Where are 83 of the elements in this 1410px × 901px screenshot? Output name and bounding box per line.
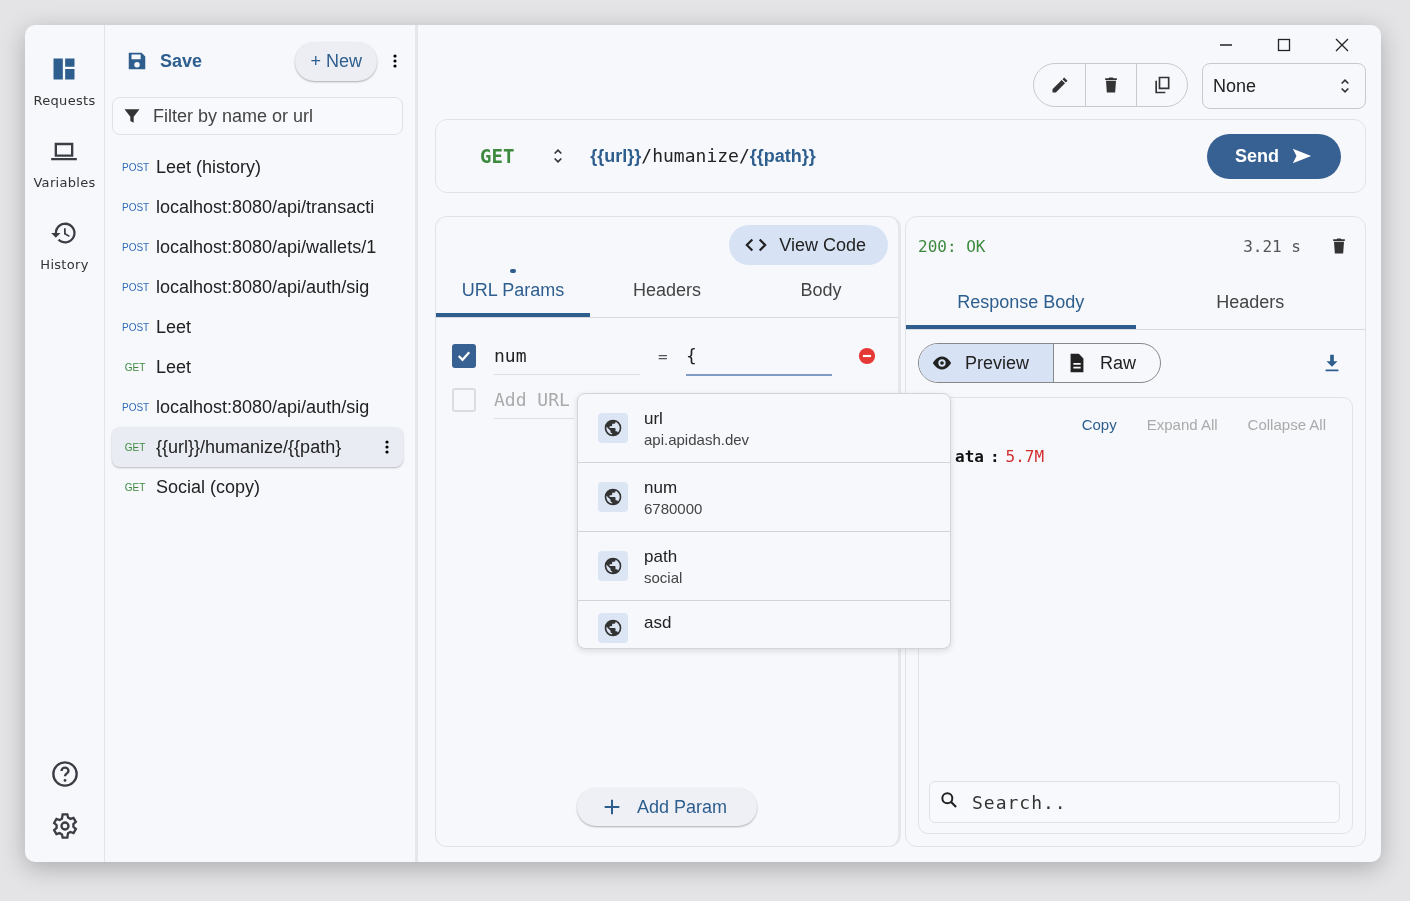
param-value-field[interactable]: { (686, 336, 832, 376)
variable-value: 6780000 (644, 499, 703, 517)
maximize-icon[interactable] (1276, 37, 1292, 53)
save-button[interactable]: Save (126, 50, 203, 72)
filter-icon (122, 106, 142, 126)
rail-item[interactable]: Requests (33, 55, 96, 131)
add-param-button[interactable]: Add Param (576, 788, 757, 826)
request-name: {{url}}/humanize/{{path} (156, 436, 343, 458)
response-tab[interactable]: Headers (1135, 281, 1365, 329)
search-icon (939, 790, 959, 810)
variable-name: num (644, 477, 679, 498)
request-item[interactable]: POST Leet (history) (112, 147, 403, 187)
method-label: POST (122, 281, 148, 293)
rail-item[interactable]: Variables (33, 137, 96, 213)
request-item[interactable]: POST localhost:8080/api/auth/sig (112, 267, 403, 307)
request-name: localhost:8080/api/auth/sig (156, 396, 371, 418)
request-item[interactable]: POST localhost:8080/api/auth/sig (112, 387, 403, 427)
method-label: POST (122, 401, 148, 413)
request-item[interactable]: POST Leet (112, 307, 403, 347)
checkbox[interactable] (452, 344, 476, 368)
method-label: POST (122, 321, 148, 333)
request-tab[interactable]: URL Params (436, 281, 590, 317)
request-name: Leet (history) (156, 156, 263, 178)
request-name: localhost:8080/api/auth/sig (156, 276, 371, 298)
send-button[interactable]: Send (1207, 133, 1341, 179)
view-code-button[interactable]: View Code (729, 225, 888, 265)
json-colon: : (989, 447, 1000, 466)
json-value: 5.7M (1005, 447, 1045, 466)
variable-value: social (644, 568, 683, 586)
close-icon[interactable] (1334, 37, 1350, 53)
response-tab[interactable]: Response Body (906, 281, 1136, 329)
request-item[interactable]: POST localhost:8080/api/wallets/1 (112, 227, 403, 267)
new-button[interactable]: + New (295, 41, 377, 81)
copy-icon (1152, 75, 1172, 95)
body-action-link[interactable]: Copy (1081, 416, 1117, 433)
request-item[interactable]: GET Social (copy) (112, 467, 403, 507)
variable-name: url (644, 408, 664, 429)
more-icon[interactable] (385, 439, 389, 455)
request-item[interactable]: GET {{url}}/humanize/{{path} (112, 427, 403, 467)
environment-select[interactable]: None (1202, 63, 1366, 109)
request-name: Leet (156, 316, 193, 338)
variable-value: api.apidash.dev (644, 430, 750, 448)
search-field[interactable]: Search.. (929, 781, 1340, 823)
variable-name: path (644, 546, 679, 567)
response-time: 3.21 s (1243, 236, 1301, 256)
request-item[interactable]: GET Leet (112, 347, 403, 387)
view-toggle[interactable]: Raw (1053, 344, 1161, 382)
suggestion-item[interactable]: url api.apidash.dev (578, 394, 950, 463)
help-icon[interactable] (50, 760, 79, 788)
request-tab[interactable]: Headers (590, 281, 744, 317)
method-select[interactable]: GET (480, 145, 515, 167)
request-item[interactable]: POST localhost:8080/api/transacti (112, 187, 403, 227)
method-label: POST (122, 201, 148, 213)
remove-icon[interactable] (858, 347, 876, 365)
suggestion-item[interactable]: asd (578, 601, 950, 648)
variable-name: asd (644, 613, 672, 633)
request-name: localhost:8080/api/wallets/1 (156, 236, 378, 258)
view-toggle[interactable]: Preview (919, 344, 1054, 382)
request-name: localhost:8080/api/transacti (156, 196, 376, 218)
method-label: GET (123, 481, 147, 493)
globe-icon (598, 413, 628, 443)
equals-sign: = (658, 346, 668, 366)
suggestion-item[interactable]: num 6780000 (578, 463, 950, 532)
request-name: Leet (156, 356, 193, 378)
url-field[interactable]: {{url}}/humanize/{{path}} (590, 145, 1185, 167)
settings-icon[interactable] (50, 812, 79, 840)
method-label: GET (123, 361, 147, 373)
globe-icon (598, 551, 628, 581)
request-tab[interactable]: Body (744, 281, 898, 317)
suggestion-item[interactable]: path social (578, 532, 950, 601)
request-name: Social (copy) (156, 476, 262, 498)
rail-item[interactable]: History (40, 219, 89, 295)
param-key-field[interactable]: num (494, 337, 640, 375)
save-icon (126, 50, 148, 72)
globe-icon (598, 482, 628, 512)
method-label: POST (122, 241, 148, 253)
filter-field[interactable]: Filter by name or url (112, 97, 403, 135)
method-label: POST (122, 161, 148, 173)
status-text: 200: OK (918, 236, 986, 256)
method-label: GET (123, 441, 147, 453)
globe-icon (598, 613, 628, 643)
more-icon[interactable] (393, 53, 397, 69)
json-key: ata (955, 447, 984, 466)
